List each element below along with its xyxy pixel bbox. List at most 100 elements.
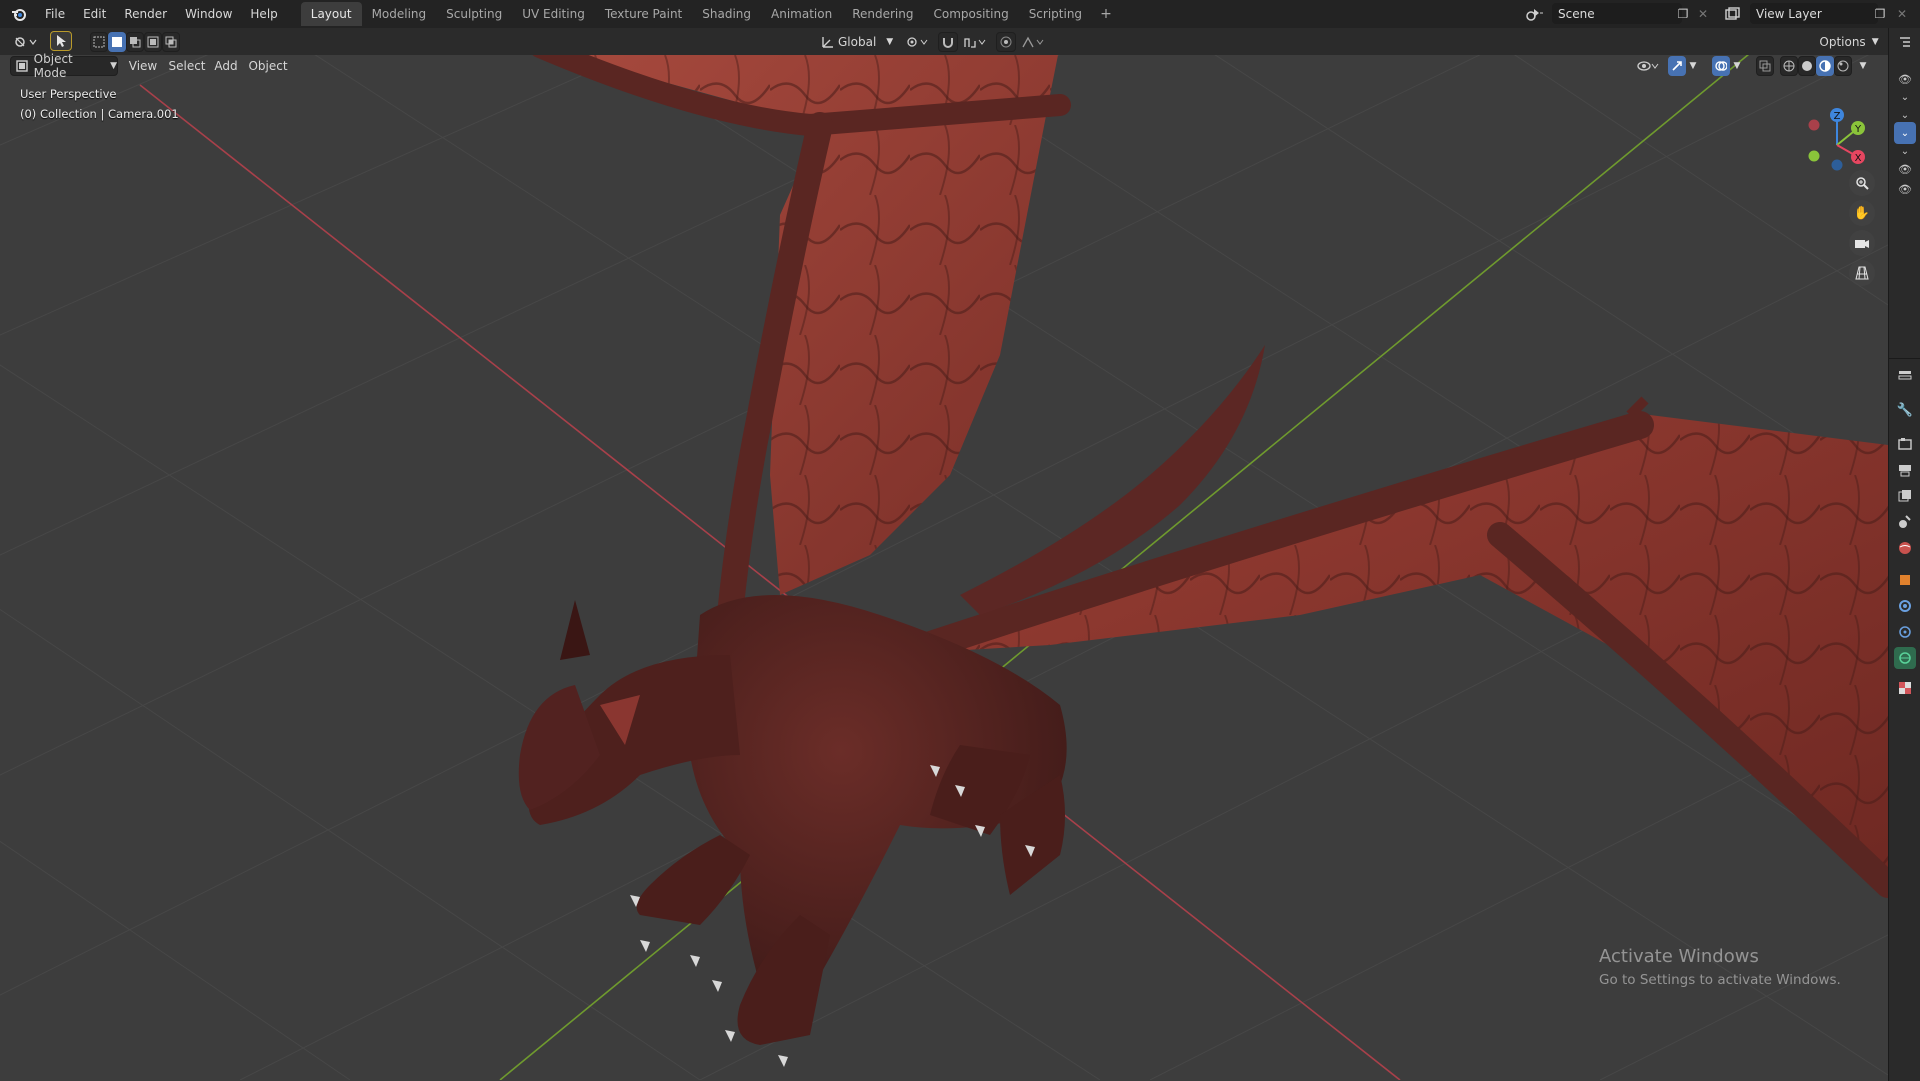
dragon-model[interactable] bbox=[518, 55, 1888, 1067]
camera-view-icon[interactable] bbox=[1849, 230, 1875, 256]
view-menu[interactable]: View bbox=[124, 56, 162, 76]
editor-type-icon[interactable] bbox=[10, 32, 42, 52]
tab-layout[interactable]: Layout bbox=[300, 2, 362, 26]
visibility-selector-icon[interactable] bbox=[1632, 56, 1664, 76]
physics-properties-icon[interactable] bbox=[1894, 621, 1916, 643]
properties-tabs: 🔧 bbox=[1888, 358, 1920, 1081]
add-workspace-button[interactable]: + bbox=[1092, 6, 1120, 22]
new-view-layer-icon[interactable]: ❐ bbox=[1869, 3, 1891, 24]
snap-target-icon[interactable] bbox=[960, 32, 990, 52]
overlays-dropdown-icon[interactable]: ▼ bbox=[1730, 56, 1744, 76]
chevron-down-icon: ▼ bbox=[886, 37, 894, 47]
transform-orientation-value: Global bbox=[838, 35, 877, 49]
add-menu[interactable]: Add bbox=[210, 56, 242, 76]
tab-uv-editing[interactable]: UV Editing bbox=[512, 2, 595, 26]
transform-orientation-icon[interactable] bbox=[818, 32, 838, 52]
active-collection-label: (0) Collection | Camera.001 bbox=[20, 107, 179, 121]
gizmo-x-label: X bbox=[1855, 153, 1862, 164]
object-menu[interactable]: Object bbox=[246, 56, 290, 76]
3d-viewport[interactable]: User Perspective (0) Collection | Camera… bbox=[0, 55, 1888, 1080]
gizmo-z-label: Z bbox=[1834, 111, 1841, 122]
activate-windows-subtitle: Go to Settings to activate Windows. bbox=[1599, 972, 1841, 988]
xray-toggle-icon[interactable] bbox=[1756, 56, 1774, 76]
proportional-editing-icon[interactable] bbox=[996, 32, 1016, 52]
select-invert-icon[interactable] bbox=[144, 32, 162, 52]
menu-render[interactable]: Render bbox=[115, 3, 176, 25]
select-menu[interactable]: Select bbox=[166, 56, 208, 76]
select-extend-icon[interactable] bbox=[108, 32, 126, 52]
modifier-properties-icon[interactable] bbox=[1894, 595, 1916, 617]
workspace-tabs: Layout Modeling Sculpting UV Editing Tex… bbox=[300, 0, 1120, 28]
wireframe-shading-icon[interactable] bbox=[1780, 56, 1798, 76]
select-new-icon[interactable] bbox=[90, 32, 108, 52]
top-menu-bar: File Edit Render Window Help Layout Mode… bbox=[0, 0, 1920, 28]
tab-modeling[interactable]: Modeling bbox=[362, 2, 437, 26]
tab-texture-paint[interactable]: Texture Paint bbox=[595, 2, 692, 26]
eye-icon[interactable]: 👁 bbox=[1894, 158, 1916, 180]
view-layer-name: View Layer bbox=[1756, 6, 1822, 21]
menu-edit[interactable]: Edit bbox=[74, 3, 115, 25]
object-mode-icon bbox=[16, 60, 28, 72]
select-subtract-icon[interactable] bbox=[126, 32, 144, 52]
view-perspective-label: User Perspective bbox=[20, 87, 117, 101]
object-data-properties-icon[interactable] bbox=[1894, 647, 1916, 669]
options-label: Options bbox=[1819, 35, 1866, 49]
outliner-editor-icon[interactable] bbox=[1894, 31, 1916, 53]
pan-hand-icon[interactable]: ✋ bbox=[1849, 200, 1875, 226]
select-tool-icon[interactable] bbox=[50, 31, 72, 51]
rendered-shading-icon[interactable] bbox=[1834, 56, 1852, 76]
properties-editor-icon[interactable] bbox=[1894, 365, 1916, 387]
viewport-tool-header: Global ▼ Options ▼ bbox=[0, 28, 1888, 55]
tab-sculpting[interactable]: Sculpting bbox=[436, 2, 512, 26]
menu-help[interactable]: Help bbox=[241, 3, 286, 25]
zoom-icon[interactable] bbox=[1849, 170, 1875, 196]
object-properties-icon[interactable] bbox=[1894, 569, 1916, 591]
tab-animation[interactable]: Animation bbox=[761, 2, 842, 26]
tab-rendering[interactable]: Rendering bbox=[842, 2, 923, 26]
render-properties-icon[interactable] bbox=[1894, 433, 1916, 455]
solid-shading-icon[interactable] bbox=[1798, 56, 1816, 76]
view-layer-name-field[interactable]: View Layer bbox=[1750, 3, 1878, 24]
options-dropdown[interactable]: Options ▼ bbox=[1818, 32, 1880, 52]
shading-dropdown-icon[interactable]: ▼ bbox=[1856, 56, 1870, 76]
overlays-toggle-icon[interactable] bbox=[1712, 56, 1730, 76]
tool-settings-icon[interactable]: 🔧 bbox=[1894, 399, 1916, 421]
proportional-falloff-icon[interactable] bbox=[1018, 32, 1048, 52]
scene-properties-icon[interactable] bbox=[1894, 511, 1916, 533]
pivot-point-icon[interactable] bbox=[902, 32, 932, 52]
perspective-toggle-icon[interactable] bbox=[1849, 260, 1875, 286]
world-properties-icon[interactable] bbox=[1894, 537, 1916, 559]
tab-shading[interactable]: Shading bbox=[692, 2, 761, 26]
delete-view-layer-icon[interactable]: ✕ bbox=[1891, 3, 1913, 24]
chevron-down-icon: ▼ bbox=[1871, 37, 1879, 47]
texture-properties-icon[interactable] bbox=[1894, 677, 1916, 699]
delete-scene-icon[interactable]: ✕ bbox=[1692, 3, 1714, 24]
view-layer-selector-icon[interactable] bbox=[1722, 3, 1744, 24]
select-intersect-icon[interactable] bbox=[162, 32, 180, 52]
snap-toggle-icon[interactable] bbox=[938, 32, 958, 52]
view-layer-properties-icon[interactable] bbox=[1894, 485, 1916, 507]
gizmo-y-label: Y bbox=[1854, 124, 1862, 135]
mode-label: Object Mode bbox=[33, 52, 73, 80]
menu-file[interactable]: File bbox=[36, 3, 74, 25]
output-properties-icon[interactable] bbox=[1894, 459, 1916, 481]
viewport-header: Object Mode ▼ View Select Add Object ▼ ▼… bbox=[0, 52, 1888, 80]
material-preview-shading-icon[interactable] bbox=[1816, 56, 1834, 76]
tab-scripting[interactable]: Scripting bbox=[1019, 2, 1092, 26]
gizmo-dropdown-icon[interactable]: ▼ bbox=[1686, 56, 1700, 76]
gizmo-toggle-icon[interactable] bbox=[1668, 56, 1686, 76]
outliner-collapsed: 👁 ⌄ ⌄ ⌄ ⌄ 👁 👁 bbox=[1888, 28, 1920, 358]
tab-compositing[interactable]: Compositing bbox=[923, 2, 1018, 26]
mode-dropdown[interactable]: Object Mode ▼ bbox=[10, 52, 118, 80]
scene-name: Scene bbox=[1558, 6, 1595, 21]
new-scene-icon[interactable]: ❐ bbox=[1672, 3, 1694, 24]
blender-logo-icon[interactable] bbox=[8, 3, 30, 25]
scene-name-field[interactable]: Scene bbox=[1552, 3, 1682, 24]
activate-windows-title: Activate Windows bbox=[1599, 946, 1759, 967]
transform-orientation-dropdown[interactable]: Global ▼ bbox=[838, 32, 894, 52]
eye-icon[interactable]: 👁 bbox=[1894, 178, 1916, 200]
axis-gizmo[interactable]: Z Y X bbox=[1790, 95, 1870, 175]
menu-window[interactable]: Window bbox=[176, 3, 241, 25]
scene-selector-icon[interactable] bbox=[1524, 3, 1546, 24]
chevron-down-icon: ▼ bbox=[110, 61, 117, 71]
